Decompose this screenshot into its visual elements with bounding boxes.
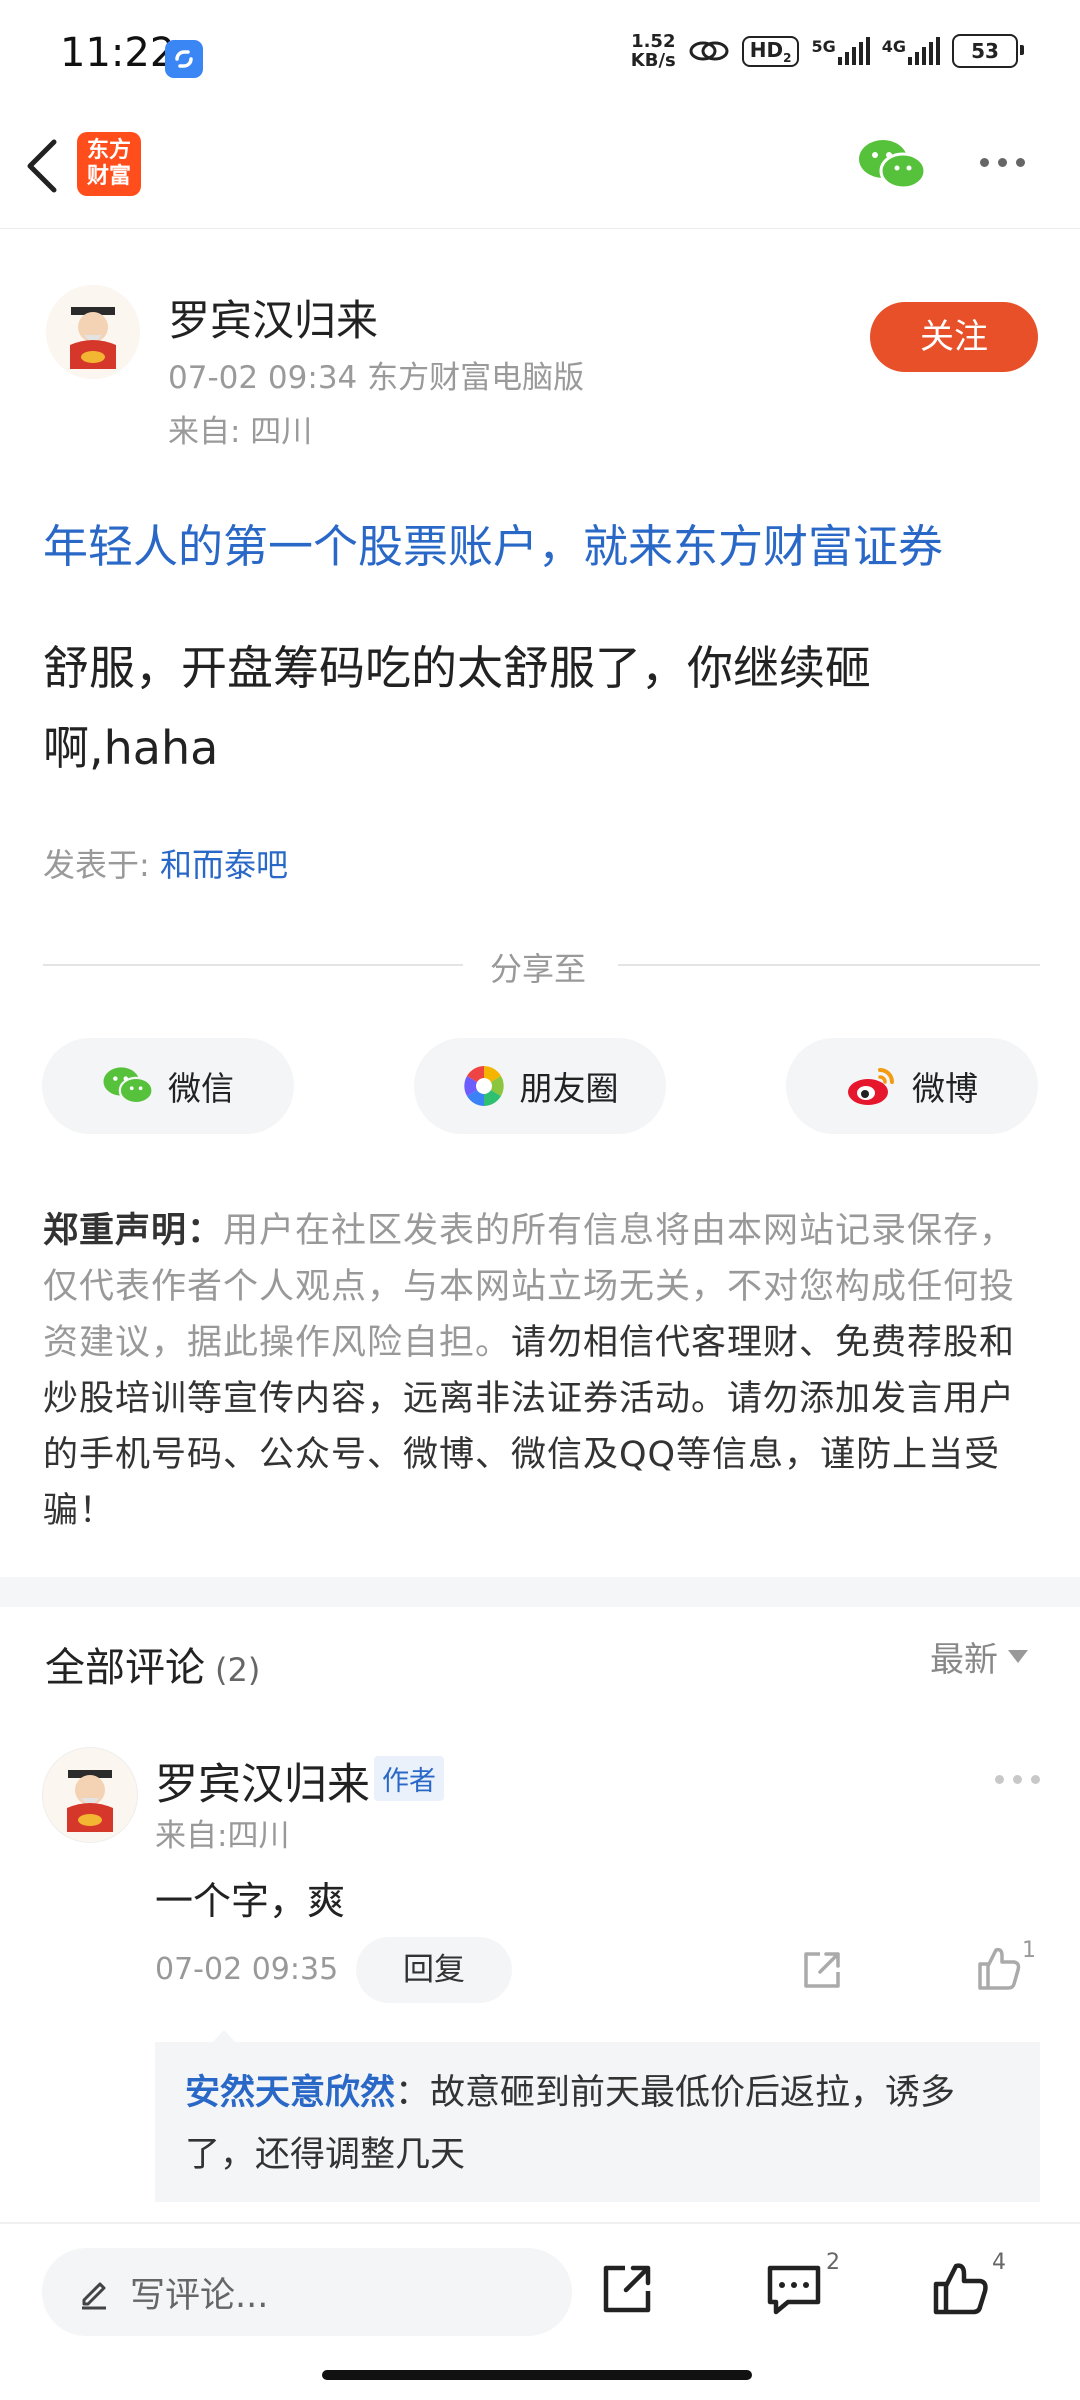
post-body-line2: 啊,haha: [43, 721, 219, 775]
home-indicator[interactable]: [322, 2370, 752, 2380]
posted-in: 发表于: 和而泰吧: [43, 840, 288, 886]
write-comment-input[interactable]: 写评论...: [42, 2248, 572, 2336]
share-weibo-label: 微博: [912, 1069, 978, 1108]
comments-title: 全部评论: [45, 1645, 205, 1691]
signal-bars-icon: [837, 37, 870, 65]
disclaimer: 郑重声明：用户在社区发表的所有信息将由本网站记录保存，仅代表作者个人观点，与本网…: [43, 1203, 1041, 1539]
net-speed-unit: KB/s: [630, 50, 676, 71]
comment-share-button[interactable]: [800, 1948, 844, 1992]
logo-line2: 财富: [86, 164, 131, 189]
hd-voice-icon: HD2: [741, 35, 800, 67]
app-logo: 东方 财富: [77, 132, 141, 196]
battery-level: 53: [971, 39, 999, 63]
status-indicators: 1.52 KB/s HD2 5G 4G 53: [631, 32, 1024, 70]
signal-4g: 4G: [882, 37, 940, 65]
posted-in-label: 发表于:: [43, 846, 160, 884]
header-divider: [0, 228, 1080, 229]
wechat-icon: [859, 140, 927, 190]
thumbs-up-icon: [978, 1947, 1021, 1990]
logo-line1: 东方: [86, 138, 131, 163]
share-out-icon: [804, 1952, 840, 1988]
net-speed-value: 1.52: [631, 31, 676, 52]
caishen-avatar-icon: [46, 285, 140, 379]
share-wechat-button[interactable]: 微信: [42, 1038, 294, 1134]
follow-button[interactable]: 关注: [870, 302, 1038, 372]
more-options-icon[interactable]: [980, 158, 1025, 167]
share-label: 分享至: [490, 950, 587, 988]
signal-bars-icon: [908, 37, 940, 65]
wechat-share-button[interactable]: [857, 137, 927, 193]
forum-link[interactable]: 和而泰吧: [160, 846, 288, 884]
share-moments-label: 朋友圈: [519, 1069, 619, 1108]
pencil-icon: [82, 2282, 106, 2310]
sort-label: 最新: [930, 1640, 998, 1680]
chevron-left-icon: [27, 139, 57, 193]
signal-5g: 5G: [811, 37, 870, 65]
caret-down-icon: [1008, 1650, 1028, 1663]
nested-reply[interactable]: 安然天意欣然：故意砸到前天最低价后返拉，诱多了，还得调整几天: [155, 2042, 1040, 2202]
comments-button[interactable]: [764, 2258, 824, 2318]
battery-icon: 53: [952, 34, 1024, 68]
disclaimer-title: 郑重声明：: [43, 1211, 224, 1251]
wechat-icon: [103, 1067, 154, 1105]
caishen-avatar-icon: [43, 1748, 137, 1842]
comment-like-count: 1: [1022, 1938, 1036, 1963]
share-button[interactable]: [598, 2258, 658, 2318]
back-button[interactable]: [18, 136, 66, 196]
comment-location: 来自:四川: [155, 1818, 290, 1854]
post-meta: 07-02 09:34 东方财富电脑版: [168, 360, 585, 396]
share-divider-left: [43, 964, 463, 966]
comment-bubble-icon: [767, 2265, 821, 2315]
signal-4g-label: 4G: [881, 37, 906, 56]
reply-username[interactable]: 安然天意欣然: [185, 2073, 395, 2113]
signal-5g-label: 5G: [811, 37, 836, 56]
share-moments-button[interactable]: 朋友圈: [414, 1038, 666, 1134]
post-body-line1: 舒服，开盘筹码吃的太舒服了，你继续砸: [43, 641, 871, 695]
hd-label: HD: [749, 37, 784, 62]
moments-aperture-icon: [463, 1066, 504, 1106]
share-weibo-button[interactable]: 微博: [786, 1038, 1038, 1134]
share-wechat-label: 微信: [168, 1069, 234, 1108]
comment-avatar[interactable]: [42, 1747, 138, 1843]
status-time: 11:22: [60, 30, 176, 76]
comments-count: (2): [215, 1651, 261, 1689]
comments-header: 全部评论 (2): [45, 1635, 260, 1693]
comment-time: 07-02 09:35: [155, 1952, 339, 1987]
weibo-icon: [848, 1068, 894, 1105]
comment-like-button[interactable]: [976, 1944, 1022, 1992]
share-divider-right: [618, 964, 1040, 966]
post-location: 来自: 四川: [168, 414, 313, 450]
hd-sub: 2: [783, 50, 792, 65]
net-speed: 1.52 KB/s: [631, 32, 676, 70]
like-count-badge: 4: [992, 2250, 1006, 2275]
comment-count-badge: 2: [826, 2250, 840, 2275]
comment-text: 一个字，爽: [155, 1879, 346, 1923]
reply-button[interactable]: 回复: [356, 1937, 512, 2003]
bottom-bar-divider: [0, 2222, 1080, 2224]
sort-dropdown[interactable]: 最新: [930, 1632, 1028, 1681]
write-comment-placeholder: 写评论...: [130, 2275, 269, 2316]
comment-more-icon[interactable]: [995, 1775, 1040, 1784]
share-out-icon: [603, 2265, 651, 2313]
author-avatar[interactable]: [46, 285, 140, 379]
thumbs-up-icon: [933, 2263, 988, 2315]
author-badge: 作者: [374, 1756, 444, 1801]
hotspot-link-icon: [689, 41, 729, 61]
link-app-icon: [165, 40, 203, 78]
ad-banner-link[interactable]: 年轻人的第一个股票账户，就来东方财富证券: [43, 510, 943, 575]
section-separator: [0, 1577, 1080, 1607]
post-body: 舒服，开盘筹码吃的太舒服了，你继续砸 啊,haha: [43, 628, 943, 788]
author-name[interactable]: 罗宾汉归来: [168, 287, 378, 348]
like-button[interactable]: [930, 2258, 990, 2318]
comment-author-name[interactable]: 罗宾汉归来: [155, 1750, 370, 1812]
